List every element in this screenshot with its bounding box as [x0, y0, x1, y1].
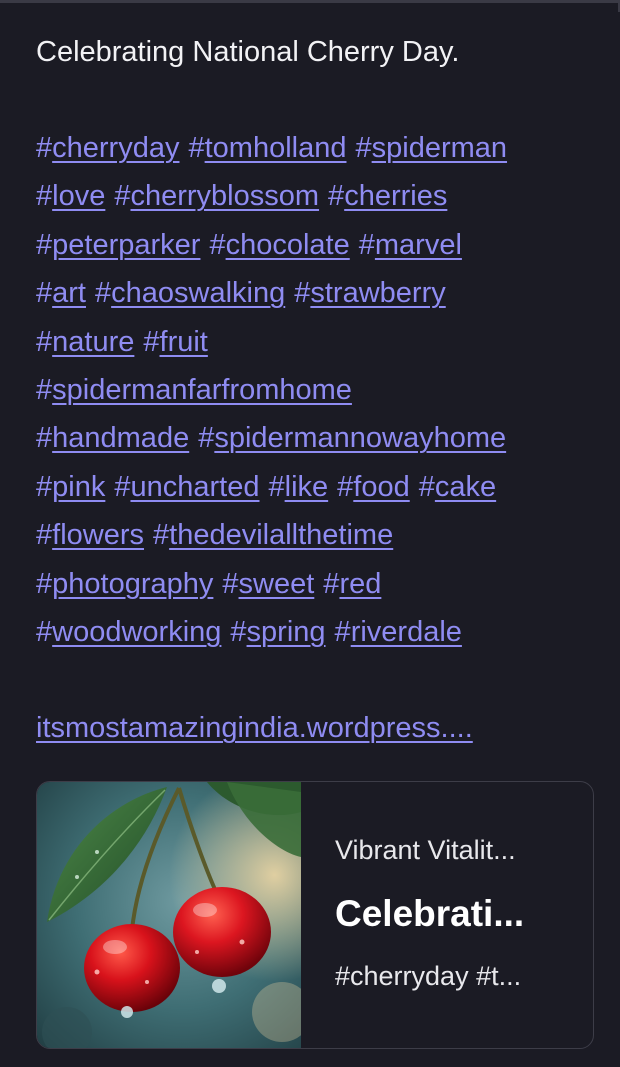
hashtag-line: #cherryday #tomholland #spiderman: [36, 124, 606, 172]
hashtag-line: #handmade #spidermannowayhome: [36, 414, 606, 462]
hashtag-link[interactable]: #cake: [419, 471, 496, 503]
hashtag-line: #photography #sweet #red: [36, 560, 606, 608]
hashtag-link[interactable]: #red: [323, 568, 381, 600]
hashtag-link[interactable]: #food: [337, 471, 410, 503]
hashtag-link[interactable]: #spring: [230, 616, 325, 648]
hashtag-line: #spidermanfarfromhome: [36, 366, 606, 414]
card-site-name: Vibrant Vitalit...: [335, 835, 516, 865]
hashtag-link[interactable]: #riverdale: [335, 616, 462, 648]
card-text: Vibrant Vitalit... Celebrati... #cherryd…: [335, 830, 575, 996]
hashtag-line: #love #cherryblossom #cherries: [36, 172, 606, 220]
hashtag-line: #nature #fruit: [36, 318, 606, 366]
hashtag-line: #pink #uncharted #like #food #cake: [36, 463, 606, 511]
hashtag-line: #art #chaoswalking #strawberry: [36, 269, 606, 317]
post-link[interactable]: itsmostamazingindia.wordpress....: [36, 704, 606, 752]
hashtag-link[interactable]: #pink: [36, 471, 105, 503]
hashtag-link[interactable]: #nature: [36, 326, 134, 358]
hashtag-link[interactable]: #sweet: [222, 568, 314, 600]
hashtag-link[interactable]: #chocolate: [209, 229, 349, 261]
hashtag-link[interactable]: #cherries: [328, 180, 447, 212]
hashtag-link[interactable]: #chaoswalking: [95, 277, 285, 309]
link-preview-card[interactable]: Vibrant Vitalit... Celebrati... #cherryd…: [36, 781, 594, 1049]
hashtag-link[interactable]: #love: [36, 180, 105, 212]
hashtag-link[interactable]: #spiderman: [355, 132, 507, 164]
hashtag-link[interactable]: #tomholland: [188, 132, 346, 164]
post-body: Celebrating National Cherry Day. #cherry…: [36, 28, 606, 752]
hashtag-link[interactable]: #woodworking: [36, 616, 221, 648]
hashtag-link[interactable]: #marvel: [359, 229, 462, 261]
hashtag-link[interactable]: #art: [36, 277, 86, 309]
card-title: Celebrati...: [335, 893, 525, 934]
hashtag-link[interactable]: #peterparker: [36, 229, 200, 261]
hashtag-link[interactable]: #uncharted: [114, 471, 259, 503]
hashtag-list: #cherryday #tomholland #spiderman #love #che…: [36, 124, 606, 656]
hashtag-link[interactable]: #spidermannowayhome: [198, 422, 506, 454]
hashtag-link[interactable]: #fruit: [143, 326, 207, 358]
post-text: Celebrating National Cherry Day.: [36, 36, 460, 68]
hashtag-line: #flowers #thedevilallthetime: [36, 511, 606, 559]
top-divider: [0, 0, 620, 12]
hashtag-link[interactable]: #flowers: [36, 519, 144, 551]
hashtag-link[interactable]: #handmade: [36, 422, 189, 454]
hashtag-link[interactable]: #like: [268, 471, 328, 503]
hashtag-link[interactable]: #spidermanfarfromhome: [36, 374, 352, 406]
hashtag-link[interactable]: #strawberry: [294, 277, 446, 309]
hashtag-link[interactable]: #photography: [36, 568, 213, 600]
cherries-photo: [37, 782, 301, 1048]
hashtag-line: #woodworking #spring #riverdale: [36, 608, 606, 656]
hashtag-link[interactable]: #cherryday: [36, 132, 179, 164]
hashtag-line: #peterparker #chocolate #marvel: [36, 221, 606, 269]
card-description: #cherryday #t...: [335, 961, 522, 991]
hashtag-link[interactable]: #thedevilallthetime: [153, 519, 393, 551]
hashtag-link[interactable]: #cherryblossom: [114, 180, 319, 212]
